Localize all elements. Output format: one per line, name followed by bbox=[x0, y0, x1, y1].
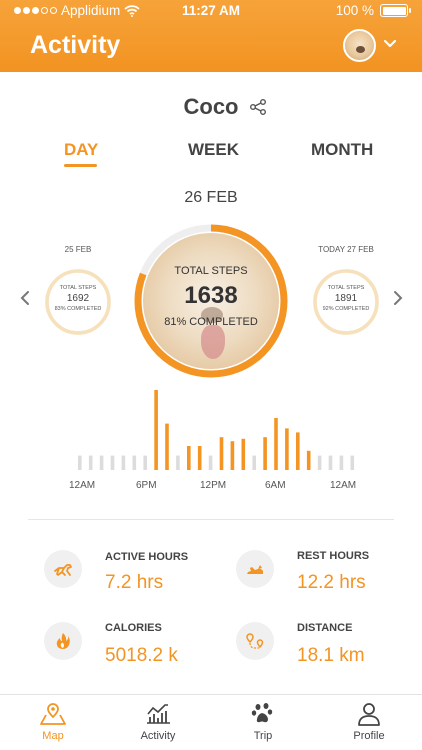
chart-bar bbox=[241, 438, 246, 470]
nav-map-label: Map bbox=[42, 730, 64, 742]
bottom-nav: Map Activity Trip Profile bbox=[0, 694, 422, 750]
nav-activity-label: Activity bbox=[140, 730, 176, 742]
active-hours-label: ACTIVE HOURS bbox=[105, 551, 189, 563]
next-ring-completed: 92% COMPLETED bbox=[322, 306, 370, 312]
chart-bar bbox=[110, 455, 115, 470]
next-day-date: TODAY 27 FEB bbox=[318, 245, 374, 254]
chart-bar bbox=[99, 455, 104, 470]
prev-ring-title: TOTAL STEPS bbox=[59, 285, 97, 291]
flame-icon bbox=[44, 622, 82, 660]
x-tick-label: 12AM bbox=[69, 480, 96, 491]
x-tick-label: 6PM bbox=[136, 480, 157, 491]
chart-bar bbox=[88, 455, 93, 470]
chart-bar bbox=[187, 446, 191, 470]
chart-bar bbox=[252, 455, 256, 470]
current-date: 26 FEB bbox=[184, 189, 238, 206]
next-day-ring[interactable]: TODAY 27 FEB TOTAL STEPS 1891 92% COMPLE… bbox=[296, 240, 396, 340]
battery-icon bbox=[380, 4, 411, 17]
chart-bar bbox=[274, 418, 278, 470]
next-ring-title: TOTAL STEPS bbox=[327, 285, 365, 291]
chart-bar bbox=[263, 437, 267, 470]
chevron-down-icon[interactable] bbox=[382, 36, 398, 52]
route-pin-icon bbox=[236, 622, 274, 660]
map-icon bbox=[40, 703, 66, 725]
rest-hours-value: 12.2 hrs bbox=[297, 572, 366, 593]
activity-chart-icon bbox=[147, 704, 170, 724]
running-dog-icon bbox=[44, 550, 82, 588]
chart-bar bbox=[328, 455, 333, 470]
battery-percent: 100 % bbox=[335, 3, 374, 18]
status-bar: Applidium 11:27 AM 100 % bbox=[0, 3, 422, 21]
chart-bar bbox=[132, 455, 137, 470]
resting-dog-icon bbox=[236, 550, 274, 588]
chart-bar bbox=[208, 455, 213, 470]
prev-ring-completed: 83% COMPLETED bbox=[54, 306, 102, 312]
chart-bar bbox=[219, 437, 224, 470]
prev-day-date: 25 FEB bbox=[64, 245, 92, 254]
main-ring-steps: 1638 bbox=[184, 282, 238, 309]
x-tick-label: 12PM bbox=[200, 480, 227, 491]
distance-value: 18.1 km bbox=[297, 645, 365, 666]
chart-bar bbox=[143, 455, 147, 470]
main-ring-completed: 81% COMPLETED bbox=[164, 316, 258, 328]
profile-icon bbox=[358, 703, 380, 726]
prev-ring-steps: 1692 bbox=[66, 293, 90, 304]
nav-map[interactable]: Map bbox=[13, 695, 93, 742]
chart-bar bbox=[121, 455, 126, 470]
x-tick-label: 12AM bbox=[330, 480, 357, 491]
rest-hours-label: REST HOURS bbox=[297, 550, 370, 562]
chart-bar bbox=[78, 455, 82, 470]
tab-day[interactable]: DAY bbox=[64, 140, 98, 160]
avatar[interactable] bbox=[343, 29, 376, 62]
tab-week[interactable]: WEEK bbox=[188, 140, 239, 160]
tab-month[interactable]: MONTH bbox=[311, 140, 373, 160]
chart-bar bbox=[296, 432, 300, 470]
nav-activity[interactable]: Activity bbox=[118, 695, 198, 742]
active-hours-value: 7.2 hrs bbox=[105, 572, 164, 593]
chart-bar bbox=[197, 446, 202, 470]
pet-header: Coco bbox=[0, 94, 422, 120]
chart-bar bbox=[230, 441, 235, 470]
share-icon[interactable] bbox=[249, 98, 267, 116]
chart-bar bbox=[350, 455, 355, 470]
calories-label: CALORIES bbox=[105, 622, 162, 634]
today-steps-ring: TOTAL STEPS 1638 81% COMPLETED bbox=[131, 221, 291, 381]
chart-bar bbox=[154, 390, 158, 470]
chart-bar bbox=[285, 428, 289, 470]
hourly-steps-chart bbox=[78, 390, 355, 470]
prev-day-ring[interactable]: 25 FEB TOTAL STEPS 1692 83% COMPLETED bbox=[28, 240, 128, 340]
nav-profile[interactable]: Profile bbox=[329, 695, 409, 742]
chart-bar bbox=[165, 423, 169, 470]
chevron-right-icon[interactable] bbox=[392, 290, 404, 306]
chart-bar bbox=[306, 450, 311, 470]
nav-profile-label: Profile bbox=[353, 730, 385, 742]
distance-label: DISTANCE bbox=[297, 622, 353, 634]
next-ring-steps: 1891 bbox=[334, 293, 358, 304]
chart-bar bbox=[317, 455, 322, 470]
main-ring-title: TOTAL STEPS bbox=[174, 265, 248, 277]
page-title: Activity bbox=[30, 31, 121, 59]
chart-bar bbox=[339, 455, 344, 470]
chart-bar bbox=[176, 455, 180, 470]
battery-status: 100 % bbox=[335, 3, 411, 18]
calories-value: 5018.2 k bbox=[105, 645, 178, 666]
pet-name: Coco bbox=[183, 94, 239, 119]
x-tick-label: 6AM bbox=[265, 480, 286, 491]
section-divider bbox=[28, 519, 394, 520]
paw-icon bbox=[251, 703, 273, 723]
active-tab-indicator bbox=[64, 164, 97, 167]
nav-trip[interactable]: Trip bbox=[223, 695, 303, 742]
nav-trip-label: Trip bbox=[253, 730, 273, 742]
header-bar: Applidium 11:27 AM 100 % Activity bbox=[0, 0, 422, 72]
